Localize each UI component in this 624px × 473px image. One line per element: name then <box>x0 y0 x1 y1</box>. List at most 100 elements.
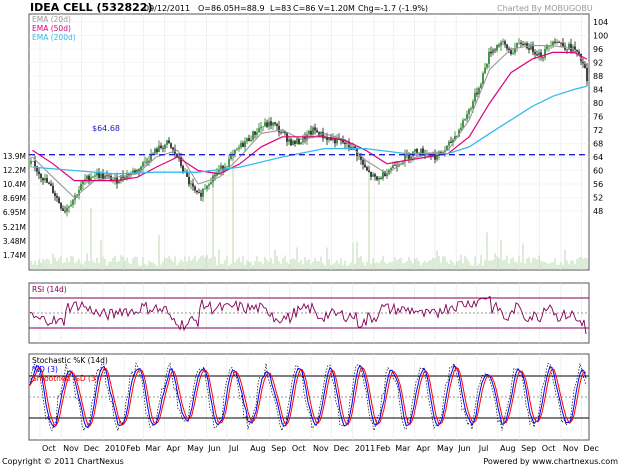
price-candle-body <box>204 188 206 190</box>
price-candle-body <box>52 185 54 194</box>
price-candle-body <box>316 130 318 133</box>
price-candle-body <box>238 147 240 149</box>
legend-stoch-sd: Smoothed %D (3) <box>32 374 99 383</box>
price-candle-body <box>416 148 418 153</box>
price-candle-body <box>414 148 416 152</box>
price-candle-body <box>566 49 568 51</box>
legend-ema20: EMA (20d) <box>32 15 71 24</box>
price-candle-body <box>312 127 314 135</box>
price-tick-label: 88 <box>593 72 603 81</box>
price-candle-body <box>148 160 150 163</box>
x-tick-label: Jul <box>228 444 239 453</box>
price-tick-label: 72 <box>593 126 603 135</box>
price-candle-body <box>496 45 498 51</box>
x-tick-label: 2010 <box>105 444 125 453</box>
price-candle-body <box>176 153 178 157</box>
price-candle-body <box>364 164 366 168</box>
price-candle-body <box>152 153 154 154</box>
price-candle-body <box>342 140 344 143</box>
volume-tick-label: 6.95M <box>3 208 26 217</box>
price-candle-body <box>46 177 48 183</box>
price-candle-body <box>450 141 452 144</box>
x-tick-label: Feb <box>126 444 140 453</box>
x-tick-label: Oct <box>542 444 556 453</box>
price-candle-body <box>182 165 184 172</box>
price-candle-body <box>188 176 190 185</box>
price-candle-body <box>544 49 546 58</box>
price-candle-body <box>560 42 562 44</box>
price-candle-body <box>498 45 500 46</box>
price-candle-body <box>190 183 192 185</box>
price-candle-body <box>472 101 474 109</box>
price-candle-body <box>522 44 524 46</box>
price-candle-body <box>516 43 518 49</box>
price-candle-body <box>390 168 392 171</box>
price-candle-body <box>494 49 496 51</box>
price-candle-body <box>80 184 82 191</box>
price-tick-label: 68 <box>593 140 603 149</box>
price-candle-body <box>374 174 376 177</box>
price-candle-body <box>406 154 408 156</box>
price-tick-label: 104 <box>593 18 608 27</box>
price-candle-body <box>70 204 72 207</box>
x-tick-label: Nov <box>563 444 579 453</box>
price-candle-body <box>536 54 538 56</box>
price-candle-body <box>290 139 292 146</box>
price-candle-body <box>138 169 140 171</box>
price-candle-body <box>488 51 490 64</box>
price-candle-body <box>344 142 346 145</box>
price-candle-body <box>556 41 558 43</box>
x-tick-label: Sep <box>271 444 286 453</box>
price-candle-body <box>470 108 472 110</box>
x-tick-label: Dec <box>334 444 349 453</box>
header-volume: V=1.20M <box>318 4 355 13</box>
price-candle-body <box>56 195 58 198</box>
x-tick-label: Oct <box>42 444 56 453</box>
price-candle-body <box>526 43 528 49</box>
price-candle-body <box>278 125 280 133</box>
price-candle-body <box>160 145 162 148</box>
volume-tick-label: 12.2M <box>3 166 26 175</box>
price-candle-body <box>200 192 202 197</box>
volume-tick-label: 1.74M <box>3 251 26 260</box>
header-credit: Charted By MOBUGOBU <box>497 4 593 13</box>
price-candle-body <box>250 139 252 141</box>
price-candle-body <box>538 52 540 56</box>
price-candle-body <box>170 143 172 148</box>
price-candle-body <box>274 122 276 125</box>
price-candle-body <box>296 138 298 144</box>
price-candle-body <box>108 175 110 177</box>
price-candle-body <box>142 162 144 167</box>
price-candle-body <box>210 182 212 185</box>
price-tick-label: 60 <box>593 167 603 176</box>
price-candle-body <box>248 138 250 141</box>
price-candle-body <box>208 184 210 186</box>
price-candle-body <box>480 84 482 89</box>
price-candle-body <box>252 131 254 140</box>
price-tick-label: 48 <box>593 207 603 216</box>
price-candle-body <box>144 161 146 163</box>
price-candle-body <box>228 159 230 167</box>
price-tick-label: 52 <box>593 194 603 203</box>
x-tick-label: Mar <box>395 444 411 453</box>
price-candle-body <box>518 42 520 44</box>
powered-by-link[interactable]: Powered by www.chartnexus.com <box>483 457 618 466</box>
x-tick-label: Feb <box>376 444 390 453</box>
header-date: 09/12/2011 <box>144 4 190 13</box>
price-candle-body <box>368 170 370 172</box>
price-tick-label: 64 <box>593 153 603 162</box>
price-candle-body <box>520 42 522 45</box>
x-tick-label: Nov <box>63 444 79 453</box>
price-candle-body <box>226 166 228 168</box>
price-candle-body <box>270 121 272 126</box>
price-candle-body <box>86 175 88 180</box>
price-candle-body <box>198 192 200 193</box>
price-candle-body <box>98 172 100 178</box>
x-tick-label: Dec <box>84 444 99 453</box>
price-candle-body <box>294 140 296 144</box>
price-candle-body <box>436 155 438 160</box>
price-candle-body <box>162 147 164 149</box>
price-candle-body <box>500 42 502 46</box>
price-candle-body <box>504 41 506 45</box>
price-tick-label: 92 <box>593 59 603 68</box>
